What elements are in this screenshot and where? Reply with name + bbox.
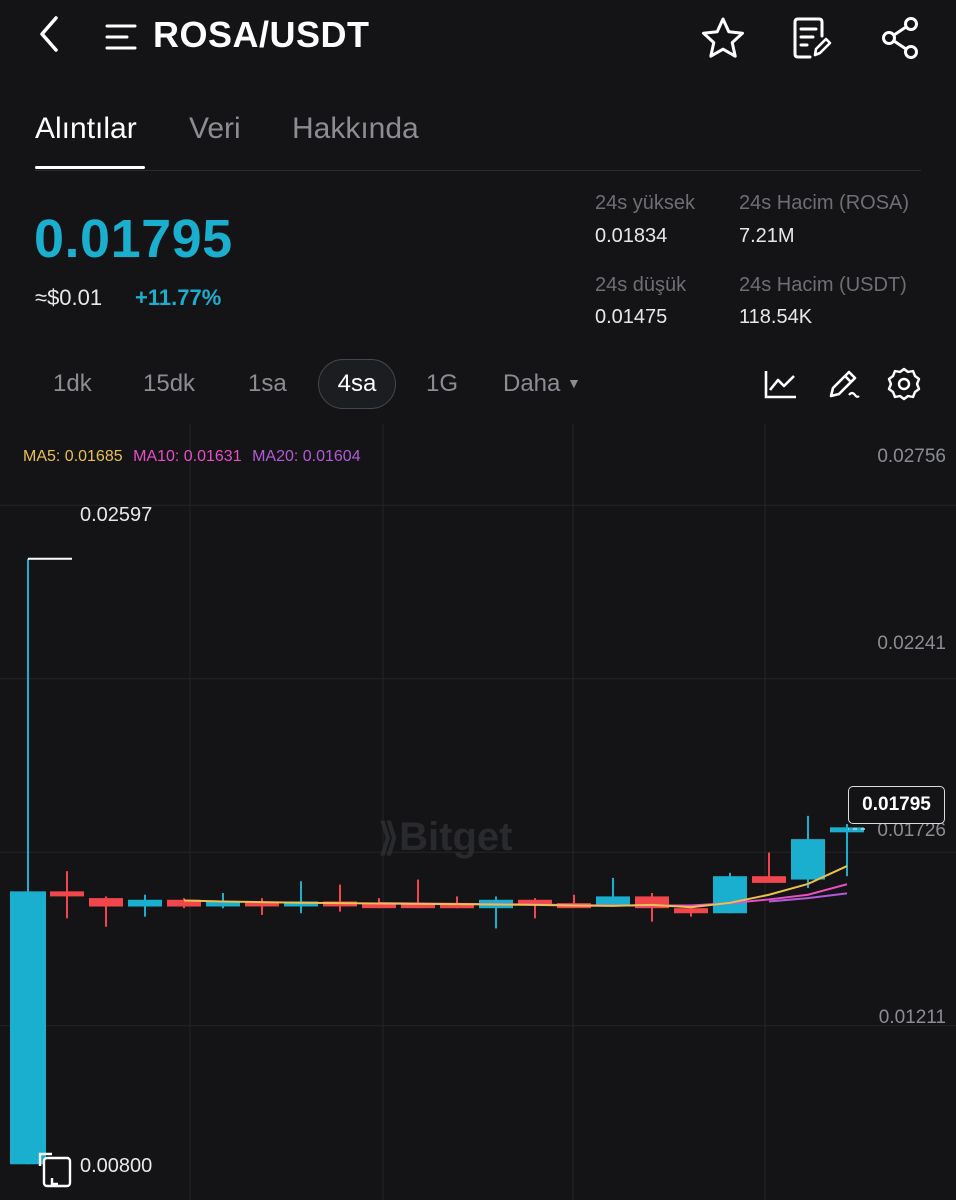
- caret-down-icon: ▼: [567, 375, 581, 391]
- bitget-watermark: ⟫Bitget: [378, 815, 512, 860]
- price-change: +11.77%: [135, 285, 222, 310]
- last-price: 0.01795: [34, 209, 233, 269]
- candle-body: [713, 876, 747, 914]
- candle-body: [50, 891, 84, 897]
- ma-legend: MA5: 0.01685 MA10: 0.01631 MA20: 0.01604: [23, 448, 361, 466]
- note-edit-icon[interactable]: [792, 16, 832, 60]
- candle-body: [128, 899, 162, 907]
- share-icon[interactable]: [880, 16, 920, 60]
- watermark-logo-icon: ⟫: [378, 817, 400, 859]
- volume-quote-label: 24s Hacim (USDT): [739, 274, 907, 296]
- candle-body: [10, 891, 46, 1165]
- tab-data[interactable]: Veri: [189, 112, 241, 146]
- star-icon[interactable]: [700, 16, 746, 60]
- fiat-price: ≈$0.01: [35, 285, 103, 310]
- candle-body: [830, 827, 864, 833]
- candlestick-chart[interactable]: [0, 424, 956, 1200]
- watermark-text: Bitget: [399, 815, 513, 859]
- timeframe-more[interactable]: Daha ▼: [503, 370, 581, 398]
- draw-pen-icon[interactable]: [826, 367, 860, 401]
- candle-body: [89, 898, 123, 907]
- active-tab-indicator: [35, 166, 145, 169]
- ma5-value: MA5: 0.01685: [23, 448, 123, 465]
- chart-low-marker: 0.00800: [80, 1155, 153, 1177]
- back-arrow-icon[interactable]: [34, 14, 64, 54]
- tab-divider: [35, 170, 921, 171]
- high-value: 0.01834: [595, 225, 668, 247]
- y-tick-label: 0.01211: [878, 1007, 946, 1028]
- volume-base-label: 24s Hacim (ROSA): [739, 192, 910, 214]
- low-value: 0.01475: [595, 306, 668, 328]
- timeframe-4h[interactable]: 4sa: [318, 370, 396, 398]
- y-tick-label: 0.02241: [877, 633, 946, 654]
- candle-body: [752, 876, 786, 883]
- chart-high-marker: 0.02597: [80, 504, 153, 526]
- timeframe-1m[interactable]: 1dk: [53, 370, 92, 398]
- menu-icon[interactable]: [103, 22, 139, 52]
- timeframe-1d[interactable]: 1G: [426, 370, 458, 398]
- y-tick-label: 0.02756: [877, 446, 946, 467]
- settings-gear-icon[interactable]: [887, 367, 921, 401]
- current-price-label: 0.01795: [848, 786, 945, 824]
- tab-about[interactable]: Hakkında: [292, 112, 419, 146]
- timeframe-1h[interactable]: 1sa: [248, 370, 287, 398]
- candle-body: [791, 839, 825, 880]
- volume-base-value: 7.21M: [739, 225, 795, 247]
- ma20-value: MA20: 0.01604: [252, 448, 361, 465]
- candle-body: [596, 896, 630, 905]
- line-chart-icon[interactable]: [764, 369, 798, 399]
- high-label: 24s yüksek: [595, 192, 696, 214]
- ma10-value: MA10: 0.01631: [133, 448, 242, 465]
- timeframe-more-label: Daha: [503, 370, 561, 397]
- fullscreen-icon[interactable]: [38, 1152, 72, 1190]
- timeframe-15m[interactable]: 15dk: [143, 370, 195, 398]
- page-title[interactable]: ROSA/USDT: [153, 14, 370, 56]
- volume-quote-value: 118.54K: [739, 306, 813, 328]
- tab-quotes[interactable]: Alıntılar: [35, 112, 137, 146]
- low-label: 24s düşük: [595, 274, 687, 296]
- candle-body: [674, 908, 708, 914]
